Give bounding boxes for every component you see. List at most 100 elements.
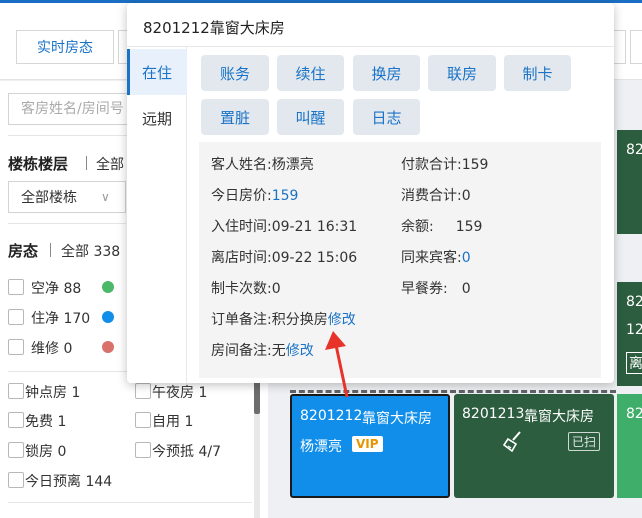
divider [8,135,128,136]
balance-value: 159 [455,219,483,235]
breakfast-label: 早餐券: [401,281,448,297]
breakfast-row: 早餐券: 0 [401,278,471,298]
room-number-partial: 820 [626,406,642,422]
action-link-room-button[interactable]: 联房 [428,55,496,91]
guest-name-label: 客人姓名: [211,157,272,173]
companions-row: 同来宾客:0 [401,247,471,267]
payment-total-label: 付款合计: [401,157,462,173]
room-remark-row: 房间备注:无修改 [211,340,314,360]
room-number: 8201213 [462,406,525,422]
order-remark-row: 订单备注:积分换房修改 [211,309,356,329]
checkin-label: 入住时间: [211,219,272,235]
broom-icon [502,431,521,452]
guest-room-search-input[interactable] [8,93,136,125]
room-type: 靠窗大床房 [524,409,594,425]
divider [8,502,252,503]
flag-checkbox[interactable] [135,442,151,458]
side-tab-current-stay[interactable]: 在住 [127,49,187,95]
consumption-label: 消费合计: [401,188,462,204]
breakfast-value: 0 [461,281,471,297]
popup-side-tabs: 在住 远期 [127,47,187,383]
payment-total-value: 159 [461,157,489,173]
action-billing-button[interactable]: 账务 [201,55,269,91]
room-remark-value: 无 [271,343,286,359]
side-tab-future-booking[interactable]: 远期 [127,95,187,141]
flag-hourly-room: 钟点房 1 [25,385,81,401]
status-label-vacant-clean: 空净 88 [31,281,82,297]
title-separator [50,243,51,257]
flag-checkbox[interactable] [8,383,24,399]
action-extend-stay-button[interactable]: 续住 [277,55,344,91]
title-separator [86,156,87,170]
card-count-row: 制卡次数:0 [211,278,281,298]
status-checkbox[interactable] [8,309,24,325]
room-card-8201213[interactable]: 8201213 靠窗大床房 已扫 [454,394,614,498]
room-type: 靠窗大床房 [362,411,432,427]
room-remark-modify-link[interactable]: 修改 [286,343,314,359]
room-card-partial[interactable]: 82( [617,130,642,234]
status-label-maintenance: 维修 0 [31,341,73,357]
flag-self-use: 自用 1 [152,414,194,430]
guest-name: 杨漂亮 [300,439,342,455]
action-set-dirty-button[interactable]: 置脏 [201,99,269,135]
guest-name-row: 客人姓名:杨漂亮 [211,154,314,174]
checkin-row: 入住时间:09-21 16:31 [211,216,357,236]
action-wake-up-button[interactable]: 叫醒 [277,99,344,135]
status-color-dot [102,341,114,353]
today-rate-link[interactable]: 159 [272,188,299,204]
tab-partial-right[interactable] [612,30,626,64]
room-time-partial: 12: [626,322,642,338]
companions-label: 同来宾客: [401,250,462,266]
status-color-dot [102,311,114,323]
flag-checkbox[interactable] [8,442,24,458]
guest-info-panel: 客人姓名:杨漂亮 今日房价:159 入住时间:09-21 16:31 离店时间:… [199,142,601,378]
flag-expected-arrival: 今预抵 4/7 [152,444,221,460]
row-divider [290,390,616,393]
divider [8,223,126,224]
room-card-8201212[interactable]: 8201212 靠窗大床房 杨漂亮 VIP [290,394,450,498]
flag-locked-room: 锁房 0 [25,444,67,460]
chevron-down-icon: ∨ [101,190,110,204]
checkout-value: 09-22 15:06 [271,250,358,266]
card-count-value: 0 [271,281,281,297]
flag-expected-departure: 今日预离 144 [25,474,113,490]
flag-checkbox[interactable] [135,412,151,428]
action-change-room-button[interactable]: 换房 [353,55,420,91]
today-rate-row: 今日房价:159 [211,185,298,205]
balance-label: 余额: [401,219,434,235]
departure-badge: 离 [626,352,642,374]
consumption-value: 0 [461,188,471,204]
room-card-partial[interactable]: 820 12: 离 [617,282,642,386]
flag-checkbox[interactable] [8,472,24,488]
checkin-value: 09-21 16:31 [271,219,358,235]
room-status-title: 房态 [8,242,39,260]
flag-midnight-room: 午夜房 1 [152,385,208,401]
status-label-occupied-clean: 住净 170 [31,311,91,327]
checkout-row: 离店时间:09-22 15:06 [211,247,357,267]
tab-realtime-room-status[interactable]: 实时房态 [16,30,114,64]
status-checkbox[interactable] [8,279,24,295]
status-checkbox[interactable] [8,339,24,355]
room-number-partial: 82( [626,142,642,158]
room-number-partial: 820 [626,294,642,310]
payment-total-row: 付款合计:159 [401,154,488,174]
balance-row: 余额: 159 [401,216,482,236]
building-filter-all[interactable]: 全部 [96,154,124,174]
consumption-row: 消费合计:0 [401,185,471,205]
flag-checkbox[interactable] [8,412,24,428]
building-select[interactable]: 全部楼栋 ∨ [8,181,126,213]
tab-partial-right-2[interactable] [630,30,642,64]
flag-checkbox[interactable] [135,383,151,399]
action-make-card-button[interactable]: 制卡 [504,55,571,91]
checkout-label: 离店时间: [211,250,272,266]
room-remark-label: 房间备注: [211,343,272,359]
room-card-partial[interactable]: 820 [617,394,642,498]
building-select-value: 全部楼栋 [21,190,77,206]
room-number: 8201212 [300,408,363,424]
cleaned-badge: 已扫 [568,432,601,451]
today-rate-label: 今日房价: [211,188,272,204]
companions-link[interactable]: 0 [462,250,471,266]
action-log-button[interactable]: 日志 [353,99,420,135]
room-status-filter-all[interactable]: 全部 338 [61,241,120,261]
order-remark-modify-link[interactable]: 修改 [328,312,356,328]
